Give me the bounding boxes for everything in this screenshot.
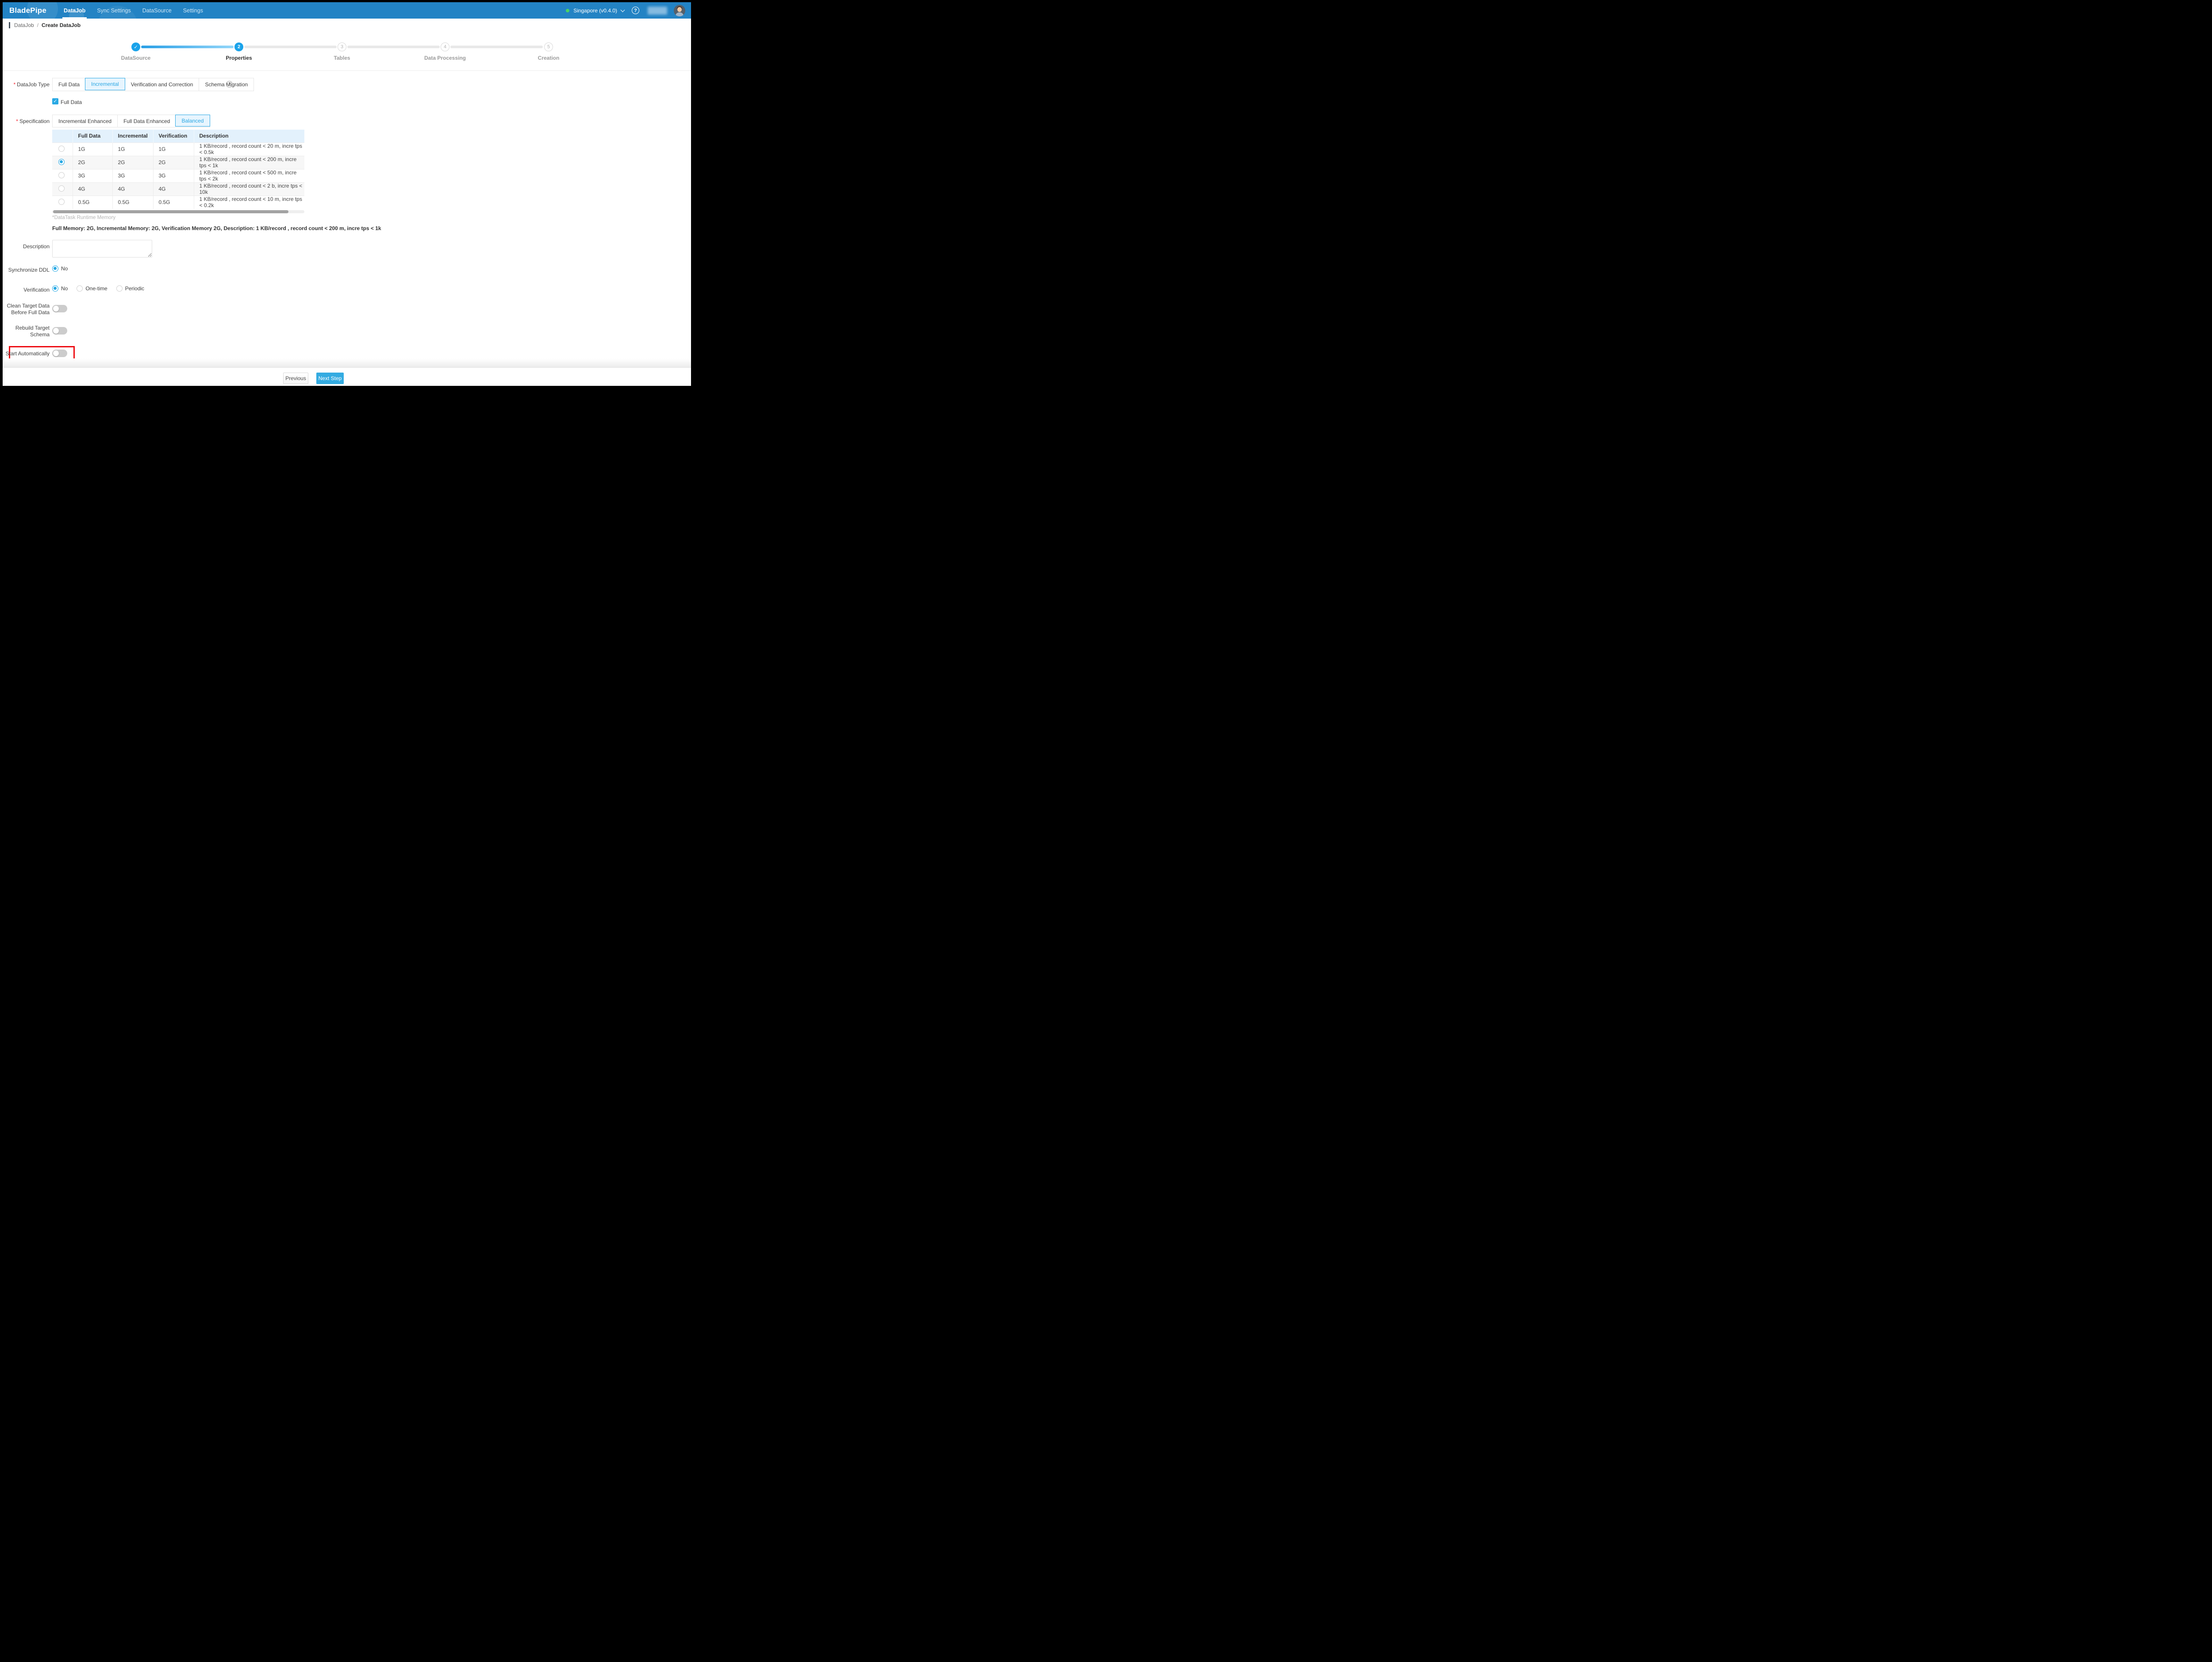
step-4-circle: 4 (441, 42, 449, 51)
chevron-down-icon[interactable] (621, 8, 625, 12)
clean-target-data-toggle[interactable] (52, 305, 67, 312)
help-icon[interactable]: ? (632, 7, 639, 14)
next-step-button[interactable]: Next Step (316, 373, 344, 384)
step-2-label: Properties (226, 55, 252, 61)
username-redacted (648, 7, 667, 15)
synchronize-ddl-options: No (52, 265, 68, 272)
col-header-incremental: Incremental (112, 130, 153, 142)
col-header-verification: Verification (153, 130, 194, 142)
required-asterisk: * (16, 118, 18, 124)
nav-tab-settings[interactable]: Settings (177, 2, 209, 19)
datajob-type-option-full-data[interactable]: Full Data (53, 78, 85, 91)
nav-tab-datajob[interactable]: DataJob (58, 2, 91, 19)
required-asterisk: * (14, 81, 16, 88)
col-header-description: Description (194, 130, 304, 142)
step-3-circle: 3 (338, 42, 346, 51)
rebuild-target-schema-label: Rebuild Target Schema (3, 325, 50, 338)
stepper-connector-done (141, 46, 234, 48)
description-textarea[interactable] (52, 240, 152, 258)
top-navigation-bar: BladePipe DataJob Sync Settings DataSour… (3, 2, 691, 19)
clean-target-data-label: Clean Target Data Before Full Data (3, 303, 50, 316)
scrollbar-thumb[interactable] (53, 210, 288, 213)
description-label: Description (3, 243, 50, 250)
verification-onetime-label[interactable]: One-time (85, 285, 107, 292)
table-row[interactable]: 4G 4G 4G 1 KB/record , record count < 2 … (52, 182, 304, 196)
table-row[interactable]: 1G 1G 1G 1 KB/record , record count < 20… (52, 142, 304, 156)
table-horizontal-scrollbar[interactable] (52, 210, 304, 213)
stepper-connector (450, 46, 543, 48)
verification-no-label[interactable]: No (61, 285, 68, 292)
region-status-dot (566, 9, 569, 12)
table-row[interactable]: 0.5G 0.5G 0.5G 1 KB/record , record coun… (52, 196, 304, 209)
spec-row-1-radio[interactable] (58, 146, 65, 152)
stepper-connector (244, 46, 337, 48)
spec-option-full-data-enhanced[interactable]: Full Data Enhanced (117, 115, 176, 127)
rebuild-target-schema-toggle[interactable] (52, 327, 67, 335)
verification-onetime-radio[interactable] (77, 285, 83, 292)
step-2-circle: 2 (234, 42, 243, 51)
table-footnote: *DataTask Runtime Memory (52, 215, 115, 220)
topbar-right-cluster: Singapore (v0.4.0) ? (566, 5, 691, 16)
spec-option-incremental-enhanced[interactable]: Incremental Enhanced (53, 115, 117, 127)
page-title: Create DataJob (42, 22, 81, 28)
breadcrumb-datajob[interactable]: DataJob (14, 22, 34, 28)
table-row[interactable]: 3G 3G 3G 1 KB/record , record count < 50… (52, 169, 304, 182)
specification-label: *Specification (3, 118, 50, 125)
full-data-checkbox-label[interactable]: Full Data (61, 99, 82, 105)
step-1-label: DataSource (121, 55, 151, 61)
previous-button[interactable]: Previous (283, 373, 308, 384)
app-window: BladePipe DataJob Sync Settings DataSour… (3, 2, 691, 386)
spec-row-4-radio[interactable] (58, 185, 65, 192)
wizard-stepper: ✓ 2 3 4 5 DataSource Properties Tables D… (3, 33, 691, 71)
nav-tab-sync-settings[interactable]: Sync Settings (91, 2, 136, 19)
synchronize-ddl-label: Synchronize DDL (3, 267, 50, 273)
table-row-selected[interactable]: 2G 2G 2G 1 KB/record , record count < 20… (52, 156, 304, 169)
spec-option-balanced[interactable]: Balanced (175, 115, 210, 127)
stepper-connector (347, 46, 440, 48)
breadcrumb-accent-bar (9, 22, 10, 28)
main-nav: DataJob Sync Settings DataSource Setting… (58, 2, 209, 19)
start-automatically-toggle[interactable] (52, 350, 67, 357)
radio-column-header (52, 130, 73, 142)
datajob-type-help-icon[interactable]: ? (226, 81, 233, 88)
spec-row-2-radio[interactable] (58, 159, 65, 165)
specification-table: Full Data Incremental Verification Descr… (52, 130, 304, 209)
screenshot-frame: BladePipe DataJob Sync Settings DataSour… (0, 0, 694, 389)
step-5-label: Creation (538, 55, 560, 61)
sync-ddl-no-label[interactable]: No (61, 265, 68, 272)
step-1-circle-check-icon: ✓ (131, 42, 140, 51)
full-data-checkbox[interactable]: ✓ (52, 98, 58, 104)
content-bottom-shadow (3, 358, 691, 368)
sync-ddl-no-radio[interactable] (52, 265, 58, 272)
step-3-label: Tables (334, 55, 350, 61)
verification-periodic-label[interactable]: Periodic (125, 285, 144, 292)
bladepipe-logo[interactable]: BladePipe (3, 6, 58, 15)
wizard-footer: Previous Next Step (3, 368, 691, 386)
datajob-type-option-incremental[interactable]: Incremental (85, 78, 125, 90)
spec-row-5-radio[interactable] (58, 199, 65, 205)
selection-summary: Full Memory: 2G, Incremental Memory: 2G,… (52, 225, 381, 231)
nav-tab-datasource[interactable]: DataSource (137, 2, 177, 19)
breadcrumb-separator: / (37, 22, 38, 28)
verification-label: Verification (3, 287, 50, 293)
table-header-row: Full Data Incremental Verification Descr… (52, 130, 304, 142)
verification-no-radio[interactable] (52, 285, 58, 292)
specification-tabs: Incremental Enhanced Full Data Enhanced … (52, 115, 210, 127)
breadcrumb: DataJob / Create DataJob (9, 22, 81, 28)
verification-periodic-radio[interactable] (116, 285, 123, 292)
region-version-selector[interactable]: Singapore (v0.4.0) (573, 8, 617, 14)
avatar[interactable] (674, 5, 685, 16)
datajob-type-tabs: Full Data Incremental Verification and C… (52, 78, 254, 91)
step-5-circle: 5 (544, 42, 553, 51)
verification-options: No One-time Periodic (52, 285, 144, 292)
datajob-type-label: *DataJob Type (3, 81, 50, 88)
spec-row-3-radio[interactable] (58, 172, 65, 178)
start-automatically-label: Start Automatically (3, 350, 50, 357)
datajob-type-option-verification-correction[interactable]: Verification and Correction (125, 78, 199, 91)
col-header-full-data: Full Data (73, 130, 112, 142)
step-4-label: Data Processing (424, 55, 466, 61)
